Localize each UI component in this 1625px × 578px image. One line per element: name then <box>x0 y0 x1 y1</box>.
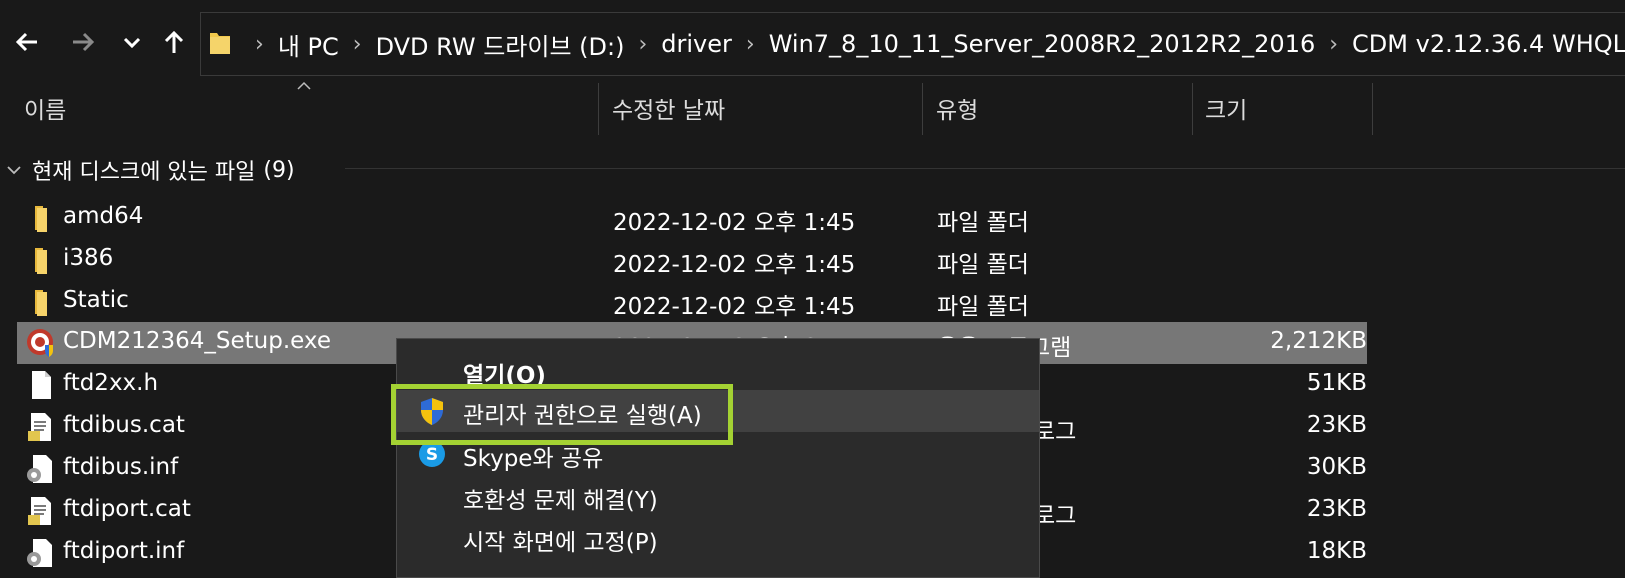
group-count: (9) <box>263 157 295 183</box>
menu-item-troubleshoot-compatibility[interactable]: 호환성 문제 해결(Y) <box>397 475 1039 517</box>
column-header-row: 이름 수정한 날짜 유형 크기 <box>0 81 1625 135</box>
folder-icon <box>25 202 57 234</box>
file-name: amd64 <box>63 203 144 229</box>
up-button[interactable] <box>157 22 191 62</box>
column-divider[interactable] <box>922 83 923 135</box>
highlight-annotation-box <box>391 384 733 445</box>
recent-locations-button[interactable] <box>115 22 149 62</box>
file-name: CDM212364_Setup.exe <box>63 328 331 354</box>
group-label: 현재 디스크에 있는 파일 <box>32 160 256 185</box>
navigation-bar: › 내 PC › DVD RW 드라이브 (D:) › driver › Win… <box>0 0 1625 83</box>
breadcrumb-separator: › <box>745 31 755 57</box>
breadcrumb-separator: › <box>638 31 648 57</box>
folder-icon <box>209 29 231 59</box>
back-arrow-icon <box>15 32 37 52</box>
forward-arrow-icon <box>73 32 95 52</box>
file-size: 51KB <box>1306 370 1367 396</box>
file-row[interactable]: Static 2022-12-02 오후 1:45 파일 폴더 <box>17 281 1367 323</box>
menu-item-label: 호환성 문제 해결(Y) <box>463 488 658 514</box>
column-type[interactable]: 유형 <box>936 91 978 125</box>
file-row[interactable]: amd64 2022-12-02 오후 1:45 파일 폴더 <box>17 197 1367 239</box>
column-divider[interactable] <box>598 83 599 135</box>
file-date: 2022-12-02 오후 1:45 <box>613 294 856 320</box>
file-size: 18KB <box>1306 538 1367 564</box>
catalog-icon <box>25 495 57 527</box>
file-type: 파일 폴더 <box>937 210 1029 236</box>
file-icon <box>25 369 57 401</box>
file-date: 2022-12-02 오후 1:45 <box>613 252 856 278</box>
inf-icon <box>25 453 57 485</box>
file-name: ftdiport.inf <box>63 538 185 564</box>
file-size: 23KB <box>1306 496 1367 522</box>
file-name: ftdibus.cat <box>63 412 185 438</box>
folder-icon <box>25 286 57 318</box>
catalog-icon <box>25 411 57 443</box>
column-divider[interactable] <box>1372 83 1373 135</box>
menu-item-pin-to-start[interactable]: 시작 화면에 고정(P) <box>397 517 1039 559</box>
column-name[interactable]: 이름 <box>24 91 66 125</box>
file-name: i386 <box>63 245 114 271</box>
breadcrumb-cdm-folder[interactable]: CDM v2.12.36.4 WHQL Certified <box>1352 30 1625 58</box>
context-menu: 열기(O) 관리자 권한으로 실행(A) S Skype와 공유 호환성 문제 … <box>396 338 1040 578</box>
file-type: 로그 <box>1034 503 1077 529</box>
file-date: 2022-12-02 오후 1:45 <box>613 210 856 236</box>
svg-text:S: S <box>426 445 438 465</box>
chevron-down-icon <box>123 37 141 49</box>
back-button[interactable] <box>10 22 44 62</box>
inf-icon <box>25 537 57 569</box>
breadcrumb-separator: › <box>352 31 362 57</box>
file-type: 파일 폴더 <box>937 294 1029 320</box>
column-date-modified[interactable]: 수정한 날짜 <box>612 91 725 125</box>
column-size[interactable]: 크기 <box>1205 91 1247 125</box>
setup-exe-icon <box>25 327 57 359</box>
column-divider[interactable] <box>1192 83 1193 135</box>
sort-ascending-icon <box>297 81 311 90</box>
file-row[interactable]: i386 2022-12-02 오후 1:45 파일 폴더 <box>17 239 1367 281</box>
file-name: Static <box>63 287 129 313</box>
group-divider <box>345 168 1625 169</box>
group-header[interactable]: 현재 디스크에 있는 파일 (9) <box>0 150 295 190</box>
breadcrumb-this-pc[interactable]: 내 PC <box>278 27 339 62</box>
breadcrumb-dvd-drive[interactable]: DVD RW 드라이브 (D:) <box>376 27 625 62</box>
file-size: 23KB <box>1306 412 1367 438</box>
breadcrumb-separator: › <box>1329 31 1339 57</box>
forward-button[interactable] <box>66 22 100 62</box>
file-type: 파일 폴더 <box>937 252 1029 278</box>
file-size: 2,212KB <box>1270 328 1367 354</box>
breadcrumb-win-folder[interactable]: Win7_8_10_11_Server_2008R2_2012R2_2016 <box>769 30 1316 58</box>
breadcrumb-driver[interactable]: driver <box>661 30 732 58</box>
address-bar[interactable]: › 내 PC › DVD RW 드라이브 (D:) › driver › Win… <box>200 12 1625 76</box>
file-name: ftd2xx.h <box>63 370 159 396</box>
menu-item-label: 시작 화면에 고정(P) <box>463 530 658 556</box>
file-size: 30KB <box>1306 454 1367 480</box>
file-name: ftdiport.cat <box>63 496 191 522</box>
file-name: ftdibus.inf <box>63 454 179 480</box>
breadcrumb-separator: › <box>255 31 264 57</box>
chevron-down-icon <box>6 161 22 180</box>
up-arrow-icon <box>164 30 184 53</box>
folder-icon <box>25 244 57 276</box>
file-type: 로그 <box>1034 419 1077 445</box>
